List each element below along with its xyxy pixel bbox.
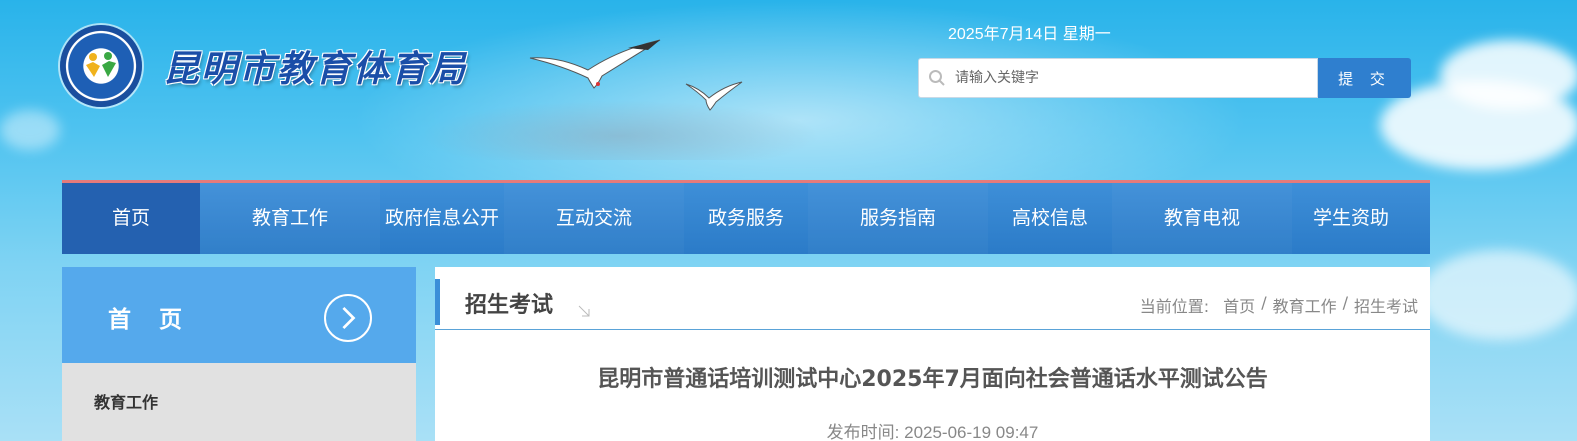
main-nav: 首页 教育工作 政府信息公开 互动交流 政务服务 服务指南 高校信息 教育电视 … — [62, 180, 1430, 254]
breadcrumb-prefix: 当前位置: — [1139, 297, 1210, 316]
nav-item-education-tv[interactable]: 教育电视 — [1112, 183, 1292, 254]
nav-item-service-guide[interactable]: 服务指南 — [808, 183, 988, 254]
sidebar-item-label: 教育工作 — [94, 393, 159, 412]
section-title: 招生考试 — [465, 293, 554, 318]
publish-value: 2025-06-19 09:47 — [904, 423, 1039, 441]
seagull-icon — [529, 39, 661, 89]
corner-arrow-icon — [578, 305, 590, 317]
search-box — [918, 58, 1318, 98]
nav-item-education-work[interactable]: 教育工作 — [200, 183, 380, 254]
people-icon — [86, 52, 116, 77]
nav-item-gov-info[interactable]: 政府信息公开 — [380, 183, 504, 254]
search-input[interactable] — [955, 59, 1315, 97]
publish-time: 发布时间: 2025-06-19 09:47 — [435, 418, 1430, 441]
section-header-bar — [435, 279, 440, 325]
submit-button[interactable]: 提 交 — [1318, 58, 1411, 98]
breadcrumb-separator: / — [1261, 293, 1267, 312]
cloud — [1440, 40, 1577, 110]
chevron-right-icon[interactable] — [324, 294, 372, 342]
seagull-icon — [685, 81, 743, 111]
breadcrumb-separator: / — [1342, 293, 1348, 312]
search-icon — [929, 70, 945, 86]
publish-label: 发布时间: — [826, 423, 900, 441]
sidebar: 首 页 教育工作 — [62, 267, 416, 441]
article-title: 昆明市普通话培训测试中心2025年7月面向社会普通话水平测试公告 — [597, 367, 1268, 392]
mountain-decoration — [420, 100, 820, 160]
nav-item-university-info[interactable]: 高校信息 — [988, 183, 1112, 254]
nav-item-gov-services[interactable]: 政务服务 — [684, 183, 808, 254]
breadcrumb-enrollment-exam[interactable]: 招生考试 — [1354, 293, 1418, 317]
sidebar-title: 首 页 — [108, 307, 193, 333]
nav-item-home[interactable]: 首页 — [62, 183, 200, 254]
cloud — [0, 110, 60, 150]
main-content: 招生考试 当前位置: 首页 / 教育工作 / 招生考试 昆明市普通话培训测试中心… — [435, 267, 1430, 441]
current-date: 2025年7月14日 星期一 — [948, 26, 1111, 43]
nav-item-interaction[interactable]: 互动交流 — [504, 183, 684, 254]
cloud — [1420, 250, 1577, 340]
breadcrumb-home[interactable]: 首页 — [1223, 293, 1255, 317]
breadcrumb-education-work[interactable]: 教育工作 — [1273, 293, 1337, 317]
logo-emblem[interactable] — [60, 25, 142, 107]
breadcrumb: 当前位置: 首页 / 教育工作 / 招生考试 — [1140, 293, 1418, 317]
section-header: 招生考试 当前位置: 首页 / 教育工作 / 招生考试 — [435, 279, 1430, 330]
nav-item-student-aid[interactable]: 学生资助 — [1292, 183, 1410, 254]
site-title[interactable]: 昆明市教育体育局 — [163, 40, 467, 92]
sidebar-item-education-work[interactable]: 教育工作 — [62, 363, 416, 441]
sidebar-header[interactable]: 首 页 — [62, 267, 416, 363]
